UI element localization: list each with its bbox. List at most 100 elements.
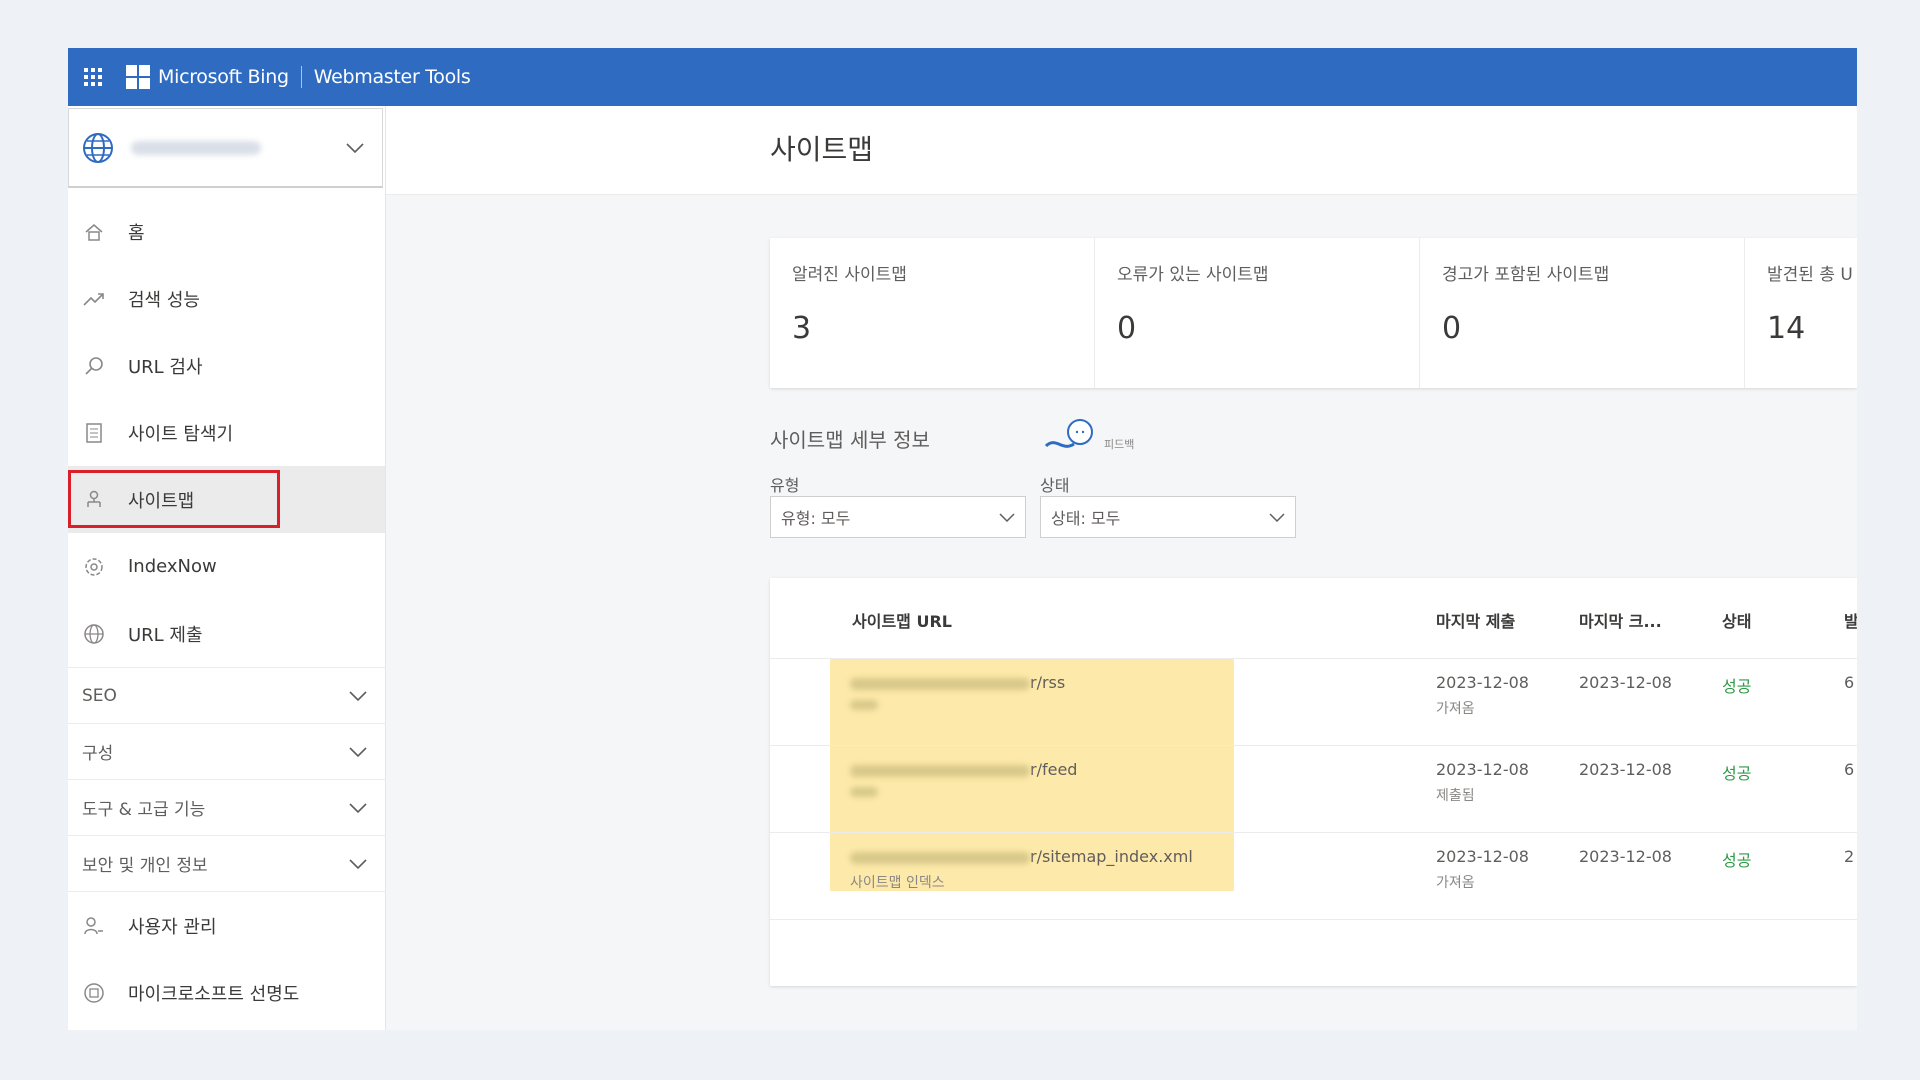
url-redacted bbox=[850, 851, 1030, 864]
sidebar-item-label: 홈 bbox=[128, 222, 145, 244]
app-launcher-icon[interactable] bbox=[84, 66, 106, 88]
brand-name[interactable]: Microsoft Bing bbox=[158, 66, 289, 88]
sidebar-item-url-submission[interactable]: URL 제출 bbox=[68, 600, 385, 667]
sitemap-url-cell[interactable]: r/feed bbox=[850, 760, 1077, 801]
submitted-by: 가져옴 bbox=[1436, 875, 1475, 891]
highlight-box bbox=[68, 470, 280, 528]
feedback-label: 피드백 bbox=[1104, 438, 1135, 451]
sidebar-group-security-privacy[interactable]: 보안 및 개인 정보 bbox=[68, 835, 385, 891]
chevron-down-icon bbox=[349, 746, 367, 757]
last-submitted-date: 2023-12-08 bbox=[1436, 847, 1529, 866]
type-filter-label: 유형 bbox=[770, 476, 800, 495]
sidebar-item-label: IndexNow bbox=[128, 556, 217, 577]
last-crawled-cell: 2023-12-08 bbox=[1579, 847, 1672, 866]
sidebar-item-sitemaps[interactable]: 사이트맵 bbox=[68, 466, 385, 533]
sidebar-group-configuration[interactable]: 구성 bbox=[68, 723, 385, 779]
sidebar-group-label: 구성 bbox=[82, 744, 114, 764]
url-type-redacted bbox=[850, 700, 878, 710]
feedback-button[interactable]: 피드백 bbox=[1044, 418, 1134, 454]
sitemap-url-type: 사이트맵 인덱스 bbox=[850, 875, 945, 891]
chevron-down-icon bbox=[346, 142, 364, 153]
globe-icon bbox=[83, 132, 113, 163]
type-filter-dropdown[interactable]: 유형: 모두 bbox=[770, 496, 1026, 538]
url-redacted bbox=[850, 764, 1030, 777]
sidebar-item-label: 사이트 탐색기 bbox=[128, 423, 234, 445]
sitemap-url-cell[interactable]: r/sitemap_index.xml 사이트맵 인덱스 bbox=[850, 847, 1193, 892]
status-filter-label: 상태 bbox=[1040, 476, 1070, 495]
stat-label: 경고가 포함된 사이트맵 bbox=[1442, 265, 1610, 285]
sidebar-nav: 홈 검색 성능 URL 검사 사이트 탐색기 사이트맵 IndexNow URL… bbox=[68, 188, 385, 1026]
sidebar-item-site-explorer[interactable]: 사이트 탐색기 bbox=[68, 399, 385, 466]
submitted-by: 가져옴 bbox=[1436, 701, 1475, 717]
sitemap-url-cell[interactable]: r/rss bbox=[850, 673, 1065, 714]
stat-card-error-sitemaps: 오류가 있는 사이트맵 0 bbox=[1095, 238, 1420, 388]
chevron-down-icon bbox=[349, 858, 367, 869]
trend-icon bbox=[82, 287, 106, 311]
top-bar: Microsoft Bing Webmaster Tools bbox=[68, 48, 1857, 106]
microsoft-logo-icon bbox=[126, 65, 150, 89]
divider bbox=[300, 66, 302, 88]
stat-value: 0 bbox=[1442, 311, 1462, 346]
table-row[interactable]: r/rss 2023-12-08 가져옴 2023-12-08 성공 6 bbox=[770, 659, 1857, 746]
users-icon bbox=[82, 914, 106, 938]
sitemaps-table: 사이트맵 URL 마지막 제출 마지막 크... 상태 발 r/rss 2023… bbox=[770, 578, 1857, 986]
search-icon bbox=[82, 354, 106, 378]
sidebar-item-label: 사용자 관리 bbox=[128, 916, 217, 938]
table-row[interactable]: r/feed 2023-12-08 제출됨 2023-12-08 성공 6 bbox=[770, 746, 1857, 833]
discovered-count-cell: 6 bbox=[1844, 673, 1855, 692]
sitemap-url-suffix: r/sitemap_index.xml bbox=[1030, 847, 1193, 866]
sidebar-item-indexnow[interactable]: IndexNow bbox=[68, 533, 385, 600]
site-selector[interactable] bbox=[68, 108, 383, 188]
browser-frame: Microsoft Bing Webmaster Tools 홈 검색 성능 U… bbox=[68, 48, 1857, 1030]
sidebar-item-user-management[interactable]: 사용자 관리 bbox=[68, 891, 385, 959]
chevron-down-icon bbox=[349, 690, 367, 701]
status-cell: 성공 bbox=[1722, 851, 1752, 870]
discovered-count-cell: 2 bbox=[1844, 847, 1855, 866]
gear-icon bbox=[82, 555, 106, 579]
page-title: 사이트맵 bbox=[770, 133, 874, 166]
sidebar-group-label: 보안 및 개인 정보 bbox=[82, 856, 208, 876]
last-submitted-cell: 2023-12-08 가져옴 bbox=[1436, 847, 1529, 892]
status-filter-dropdown[interactable]: 상태: 모두 bbox=[1040, 496, 1296, 538]
table-row[interactable]: r/sitemap_index.xml 사이트맵 인덱스 2023-12-08 … bbox=[770, 833, 1857, 920]
sidebar-group-tools[interactable]: 도구 & 고급 기능 bbox=[68, 779, 385, 835]
table-header: 사이트맵 URL 마지막 제출 마지막 크... 상태 발 bbox=[770, 578, 1857, 659]
column-header-discovered[interactable]: 발 bbox=[1844, 608, 1857, 632]
column-header-sitemap-url[interactable]: 사이트맵 URL bbox=[852, 608, 952, 632]
stat-card-discovered-urls: 발견된 총 U 14 bbox=[1745, 238, 1857, 388]
stat-card-warning-sitemaps: 경고가 포함된 사이트맵 0 bbox=[1420, 238, 1745, 388]
document-icon bbox=[82, 421, 106, 445]
last-crawled-cell: 2023-12-08 bbox=[1579, 673, 1672, 692]
site-name-redacted bbox=[131, 140, 261, 155]
stat-value: 3 bbox=[792, 311, 812, 346]
product-name[interactable]: Webmaster Tools bbox=[314, 66, 471, 88]
discovered-count-cell: 6 bbox=[1844, 760, 1855, 779]
sidebar-group-label: SEO bbox=[82, 685, 117, 706]
sidebar-item-home[interactable]: 홈 bbox=[68, 198, 385, 265]
type-filter-value: 유형: 모두 bbox=[781, 509, 851, 528]
sidebar-item-label: URL 제출 bbox=[128, 624, 203, 646]
globe-icon bbox=[82, 622, 106, 646]
sidebar-item-search-performance[interactable]: 검색 성능 bbox=[68, 265, 385, 332]
url-redacted bbox=[850, 677, 1030, 690]
last-submitted-date: 2023-12-08 bbox=[1436, 760, 1529, 779]
status-cell: 성공 bbox=[1722, 764, 1752, 783]
stat-value: 0 bbox=[1117, 311, 1137, 346]
last-submitted-cell: 2023-12-08 가져옴 bbox=[1436, 673, 1529, 718]
column-header-last-crawled[interactable]: 마지막 크... bbox=[1579, 608, 1662, 632]
sidebar-group-seo[interactable]: SEO bbox=[68, 667, 385, 723]
chevron-down-icon bbox=[999, 512, 1015, 522]
column-header-status[interactable]: 상태 bbox=[1722, 608, 1751, 632]
sitemap-url-suffix: r/rss bbox=[1030, 673, 1066, 692]
stat-label: 오류가 있는 사이트맵 bbox=[1117, 265, 1269, 285]
column-header-last-submitted[interactable]: 마지막 제출 bbox=[1436, 608, 1515, 632]
url-type-redacted bbox=[850, 787, 878, 797]
stat-label: 알려진 사이트맵 bbox=[792, 265, 907, 285]
sidebar-item-label: 검색 성능 bbox=[128, 289, 200, 311]
chevron-down-icon bbox=[349, 802, 367, 813]
sidebar-item-label: URL 검사 bbox=[128, 356, 203, 378]
sidebar-item-microsoft-clarity[interactable]: 마이크로소프트 선명도 bbox=[68, 959, 385, 1026]
stat-card-known-sitemaps: 알려진 사이트맵 3 bbox=[770, 238, 1095, 388]
sidebar: 홈 검색 성능 URL 검사 사이트 탐색기 사이트맵 IndexNow URL… bbox=[68, 106, 386, 1030]
sidebar-item-url-inspection[interactable]: URL 검사 bbox=[68, 332, 385, 399]
